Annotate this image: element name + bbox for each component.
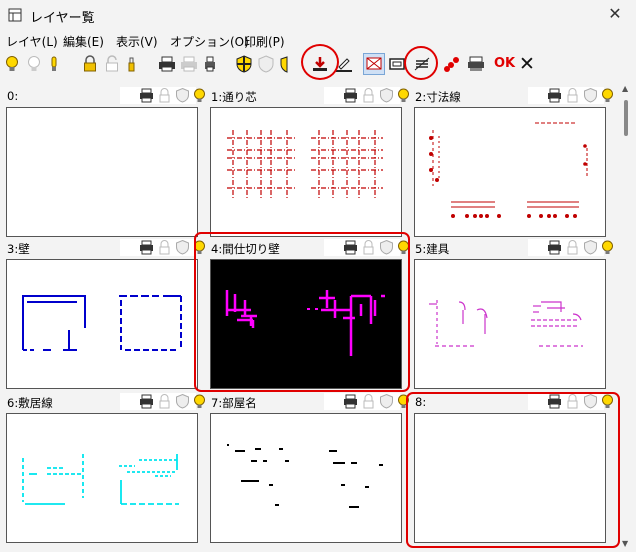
vertical-scrollbar[interactable]: ▲ ▼ — [621, 84, 631, 548]
layer-preview[interactable] — [414, 259, 606, 389]
shield-disabled-icon[interactable] — [256, 54, 276, 74]
layer-cell-1[interactable]: 1:通り芯 — [207, 86, 409, 237]
layer-preview[interactable] — [210, 413, 402, 543]
scroll-thumb[interactable] — [624, 100, 628, 136]
menu-view[interactable]: 表示(V) — [116, 33, 158, 50]
layer-label: 3:壁 — [7, 242, 30, 256]
menu-print[interactable]: 印刷(P) — [244, 33, 285, 50]
shield-icon[interactable] — [174, 239, 191, 256]
layer-label: 7:部屋名 — [211, 396, 257, 410]
printer-icon[interactable] — [546, 87, 563, 104]
window-title: レイヤー覧 — [30, 11, 95, 26]
dimension-drawing — [429, 122, 588, 218]
scroll-up-icon[interactable]: ▲ — [622, 84, 628, 93]
lightbulb-off-icon[interactable] — [24, 54, 44, 74]
color-dots-icon[interactable] — [442, 54, 462, 74]
shield-icon[interactable] — [174, 393, 191, 410]
layer-cell-5[interactable]: 5:建具 — [411, 238, 613, 389]
cancel-x-icon[interactable]: ✕ — [519, 53, 535, 75]
printer-icon[interactable] — [138, 239, 155, 256]
printer-icon[interactable] — [138, 393, 155, 410]
shield-icon[interactable] — [378, 393, 395, 410]
lightbulb-icon[interactable] — [191, 393, 205, 410]
lock-single-icon[interactable] — [122, 54, 142, 74]
menu-options[interactable]: オプション(O) — [170, 33, 249, 50]
lock-icon[interactable] — [156, 393, 173, 410]
layer-cell-2[interactable]: 2:寸法線 — [411, 86, 613, 237]
layer-label: 5:建具 — [415, 242, 450, 256]
printer-icon[interactable] — [342, 87, 359, 104]
lock-icon[interactable] — [80, 54, 100, 74]
grid-axis-drawing — [227, 130, 383, 200]
printer-icon[interactable] — [546, 239, 563, 256]
room-name-drawing — [227, 444, 383, 508]
lightbulb-on-icon[interactable] — [2, 54, 22, 74]
wall-drawing — [22, 295, 182, 351]
close-window-button[interactable]: ✕ — [604, 3, 626, 25]
layer-cell-6[interactable]: 6:敷居線 — [3, 392, 205, 543]
lock-icon[interactable] — [360, 393, 377, 410]
layer-preview[interactable] — [6, 413, 198, 543]
layer-label: 1:通り芯 — [211, 90, 257, 104]
layer-preview[interactable] — [6, 259, 198, 389]
shield-single-icon[interactable] — [277, 54, 297, 74]
highlight-box — [194, 232, 410, 392]
lightbulb-icon[interactable] — [191, 87, 205, 104]
lock-icon[interactable] — [360, 87, 377, 104]
lightbulb-icon[interactable] — [395, 393, 409, 410]
shield-icon[interactable] — [378, 87, 395, 104]
layer-grid: 0: 1:通り芯 2:寸法線 3:壁 4:間仕切り壁 5:建具 6:敷居線 7:… — [1, 80, 621, 552]
shield-icon[interactable] — [174, 87, 191, 104]
lightbulb-icon[interactable] — [395, 87, 409, 104]
lock-icon[interactable] — [156, 87, 173, 104]
printer-icon[interactable] — [138, 87, 155, 104]
shield-icon[interactable] — [582, 87, 599, 104]
layer-cell-3[interactable]: 3:壁 — [3, 238, 205, 389]
printer-disabled-icon[interactable] — [179, 54, 199, 74]
shield-icon[interactable] — [234, 54, 254, 74]
lock-icon[interactable] — [156, 239, 173, 256]
lightbulb-single-icon[interactable] — [44, 54, 64, 74]
layer-preview[interactable] — [6, 107, 198, 237]
scroll-down-icon[interactable]: ▼ — [622, 539, 628, 548]
menu-layer[interactable]: レイヤ(L) — [6, 33, 58, 50]
fittings-drawing — [429, 300, 583, 347]
highlight-circle — [404, 46, 438, 80]
layer-cell-7[interactable]: 7:部屋名 — [207, 392, 409, 543]
printer-single-icon[interactable] — [200, 54, 220, 74]
layer-image-icon[interactable] — [363, 53, 385, 75]
lightbulb-icon[interactable] — [599, 239, 613, 256]
layer-label: 0: — [7, 89, 19, 103]
lock-icon[interactable] — [564, 87, 581, 104]
printer-icon[interactable] — [157, 54, 177, 74]
highlight-box — [406, 392, 620, 548]
unlock-icon[interactable] — [102, 54, 122, 74]
lightbulb-icon[interactable] — [599, 87, 613, 104]
menu-edit[interactable]: 編集(E) — [63, 33, 104, 50]
layer-cell-0[interactable]: 0: — [3, 86, 205, 237]
shield-icon[interactable] — [582, 239, 599, 256]
layer-preview[interactable] — [210, 107, 402, 237]
ok-button[interactable]: OK — [494, 56, 515, 71]
title-bar: レイヤー覧 ✕ — [0, 0, 636, 30]
layer-label: 6:敷居線 — [7, 396, 53, 410]
layer-label: 2:寸法線 — [415, 90, 461, 104]
sill-line-drawing — [22, 454, 179, 505]
lock-icon[interactable] — [564, 239, 581, 256]
layer-preview[interactable] — [414, 107, 606, 237]
app-icon — [8, 8, 22, 22]
printer-icon[interactable] — [342, 393, 359, 410]
toolbar: OK ✕ — [0, 44, 636, 80]
printer-setup-icon[interactable] — [466, 54, 486, 74]
highlight-circle — [301, 44, 339, 80]
